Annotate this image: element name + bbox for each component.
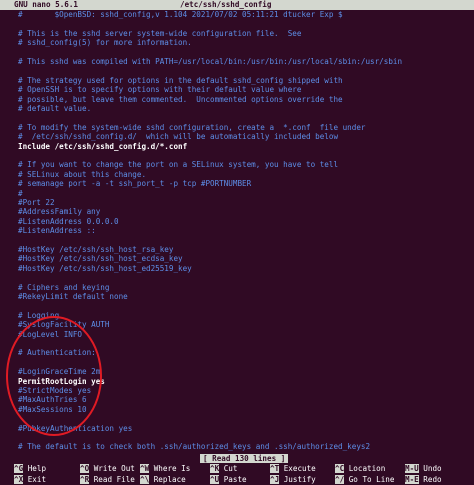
shortcut-label: Location [348, 464, 386, 473]
shortcut-item[interactable]: ^K Cut [210, 464, 237, 474]
editor-line[interactable]: # This sshd was compiled with PATH=/usr/… [18, 57, 402, 66]
red-circle-annotation [6, 316, 102, 436]
status-message: [ Read 130 lines ] [200, 454, 289, 463]
shortcut-label: Undo [423, 464, 442, 473]
shortcut-item[interactable]: ^W Where Is [140, 464, 190, 474]
editor-line[interactable]: #ListenAddress :: [18, 226, 96, 235]
shortcut-label: Where Is [153, 464, 191, 473]
editor-line[interactable]: # [18, 189, 23, 198]
editor-line[interactable]: #RekeyLimit default none [18, 292, 128, 301]
shortcut-key: M-E [405, 474, 419, 484]
editor-line[interactable]: # This is the sshd server system-wide co… [18, 29, 301, 38]
shortcut-label: Justify [283, 474, 316, 484]
shortcut-label: Execute [283, 464, 316, 473]
shortcut-label: Go To Line [348, 474, 395, 484]
editor-line[interactable]: # default value. [18, 104, 91, 113]
shortcut-key: ^G [14, 464, 24, 473]
nano-title-bar: GNU nano 5.6.1 /etc/ssh/sshd_config [0, 0, 474, 10]
editor-line[interactable]: # To modify the system-wide sshd configu… [18, 123, 365, 132]
shortcut-label: Write Out [93, 464, 135, 473]
shortcut-key: ^R [80, 474, 90, 484]
shortcut-label: Redo [423, 474, 442, 484]
shortcut-label: Read File [93, 474, 135, 484]
editor-line[interactable]: #HostKey /etc/ssh/ssh_host_rsa_key [18, 245, 173, 254]
shortcut-item[interactable]: ^R Read File [80, 474, 135, 485]
editor-line[interactable]: # SELinux about this change. [18, 170, 146, 179]
nano-version: GNU nano 5.6.1 [14, 0, 79, 9]
shortcut-key: ^U [210, 474, 220, 484]
shortcut-key: ^C [335, 464, 345, 473]
shortcut-label: Paste [223, 474, 247, 484]
editor-line[interactable]: #Port 22 [18, 198, 55, 207]
editor-line[interactable]: #AddressFamily any [18, 207, 100, 216]
shortcut-item[interactable]: M-E Redo [405, 474, 442, 485]
shortcut-key: ^T [270, 464, 280, 473]
editor-line[interactable]: # /etc/ssh/sshd_config.d/ which will be … [18, 132, 338, 141]
shortcut-item[interactable]: ^J Justify [270, 474, 316, 485]
shortcut-item[interactable]: ^X Exit [14, 474, 47, 485]
file-name: /etc/ssh/sshd_config [180, 0, 272, 9]
editor-line[interactable]: Include /etc/ssh/sshd_config.d/*.conf [18, 142, 187, 151]
shortcut-key: ^/ [335, 474, 345, 484]
editor-line[interactable]: # If you want to change the port on a SE… [18, 160, 338, 169]
editor-line[interactable]: # The strategy used for options in the d… [18, 76, 343, 85]
shortcut-item[interactable]: ^/ Go To Line [335, 474, 395, 485]
shortcut-item[interactable]: ^U Paste [210, 474, 247, 485]
shortcut-key: M-U [405, 464, 419, 473]
shortcut-bar: ^G Help ^O Write Out ^W Where Is ^K Cut ^T E… [0, 464, 474, 485]
shortcut-item[interactable]: ^O Write Out [80, 464, 135, 474]
editor-line[interactable]: # Ciphers and keying [18, 283, 109, 292]
editor-line[interactable]: # semanage port -a -t ssh_port_t -p tcp … [18, 179, 251, 188]
shortcut-label: Exit [27, 474, 47, 484]
shortcut-item[interactable]: ^T Execute [270, 464, 316, 474]
shortcut-item[interactable]: ^\ Replace [140, 474, 186, 485]
shortcut-key: ^J [270, 474, 280, 484]
editor-line[interactable]: #ListenAddress 0.0.0.0 [18, 217, 119, 226]
shortcut-key: ^K [210, 464, 220, 473]
editor-line[interactable]: # The default is to check both .ssh/auth… [18, 442, 370, 451]
editor-line[interactable]: # possible, but leave them commented. Un… [18, 95, 343, 104]
shortcut-label: Cut [223, 464, 238, 473]
shortcut-item[interactable]: ^G Help [14, 464, 46, 474]
editor-line[interactable]: # OpenSSH is to specify options with the… [18, 85, 301, 94]
shortcut-key: ^\ [140, 474, 150, 484]
editor-line[interactable]: # sshd_config(5) for more information. [18, 38, 192, 47]
shortcut-key: ^O [80, 464, 90, 473]
shortcut-label: Help [27, 464, 47, 473]
shortcut-label: Replace [153, 474, 186, 484]
editor-line[interactable]: #HostKey /etc/ssh/ssh_host_ecdsa_key [18, 254, 183, 263]
editor-line[interactable]: # $OpenBSD: sshd_config,v 1.104 2021/07/… [18, 10, 343, 19]
shortcut-item[interactable]: M-U Undo [405, 464, 442, 474]
editor-line[interactable]: #HostKey /etc/ssh/ssh_host_ed25519_key [18, 264, 192, 273]
shortcut-key: ^X [14, 474, 24, 484]
shortcut-key: ^W [140, 464, 150, 473]
shortcut-item[interactable]: ^C Location [335, 464, 385, 474]
